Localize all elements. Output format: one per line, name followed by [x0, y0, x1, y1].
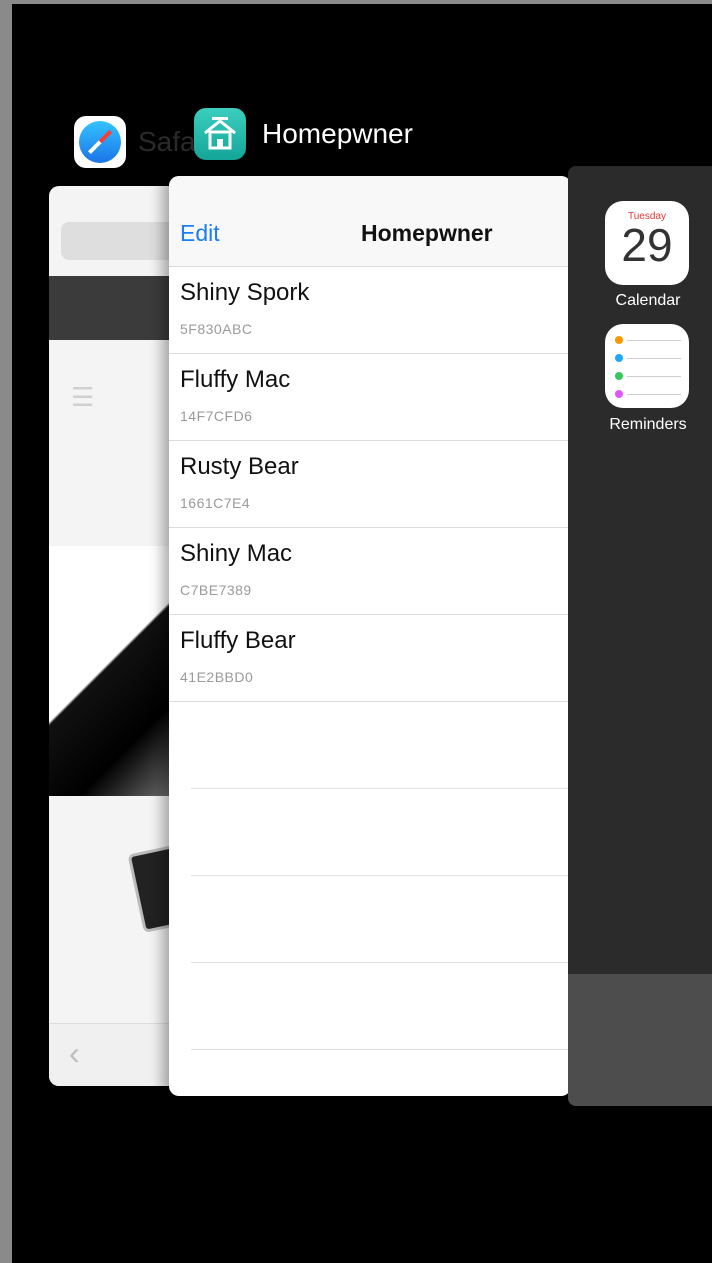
item-name: Shiny Mac — [180, 540, 293, 567]
items-table: Shiny Spork 5F830ABC Fluffy Mac 14F7CFD6… — [169, 267, 571, 1050]
calendar-date: 29 — [621, 219, 673, 271]
reminder-line — [627, 376, 681, 377]
reminder-dot — [615, 336, 623, 344]
menu-icon: ☰ — [71, 382, 95, 412]
item-name: Fluffy Bear — [180, 627, 296, 654]
reminder-dot — [615, 372, 623, 380]
empty-row — [191, 702, 571, 789]
reminder-line — [627, 358, 681, 359]
calendar-caption: Calendar — [615, 292, 681, 309]
homepwner-app-label[interactable]: Homepwner — [194, 108, 413, 160]
reminder-line — [627, 394, 681, 395]
item-serial: 14F7CFD6 — [180, 408, 253, 424]
reminder-dot — [615, 354, 623, 362]
table-row[interactable]: Fluffy Mac 14F7CFD6 — [169, 354, 571, 441]
home-screen-card[interactable]: Tuesday 29 Calendar Reminders — [568, 166, 712, 1106]
nav-title: Homepwner — [361, 220, 493, 246]
navigation-bar: Edit Homepwner — [169, 176, 571, 267]
reminders-icon[interactable] — [605, 324, 689, 408]
calendar-icon[interactable]: Tuesday 29 — [605, 201, 689, 285]
item-serial: 41E2BBD0 — [180, 669, 254, 685]
table-row[interactable]: Rusty Bear 1661C7E4 — [169, 441, 571, 528]
safari-app-label[interactable]: Safari — [74, 116, 211, 168]
item-serial: C7BE7389 — [180, 582, 252, 598]
table-row[interactable]: Shiny Spork 5F830ABC — [169, 267, 571, 354]
edit-button[interactable]: Edit — [180, 220, 220, 247]
item-serial: 5F830ABC — [180, 321, 253, 337]
item-name: Fluffy Mac — [180, 366, 291, 393]
empty-row — [191, 789, 571, 876]
reminder-dot — [615, 390, 623, 398]
empty-row — [191, 876, 571, 963]
house-icon — [194, 108, 246, 160]
homepwner-app-name: Homepwner — [262, 118, 413, 149]
dock-area — [568, 974, 712, 1106]
homepwner-app-card[interactable]: Edit Homepwner Shiny Spork 5F830ABC Fluf… — [169, 176, 571, 1096]
reminder-line — [627, 340, 681, 341]
back-arrow-icon: ‹ — [69, 1035, 80, 1071]
safari-compass-icon — [74, 116, 126, 168]
table-row[interactable]: Fluffy Bear 41E2BBD0 — [169, 615, 571, 702]
table-row[interactable]: Shiny Mac C7BE7389 — [169, 528, 571, 615]
reminders-caption: Reminders — [609, 416, 687, 433]
empty-row — [191, 963, 571, 1050]
item-name: Shiny Spork — [180, 279, 310, 306]
item-serial: 1661C7E4 — [180, 495, 251, 511]
item-name: Rusty Bear — [180, 453, 299, 480]
app-switcher: Safari ☰ ‹ Homepwner Edit Homepwner Shin… — [12, 4, 712, 1263]
